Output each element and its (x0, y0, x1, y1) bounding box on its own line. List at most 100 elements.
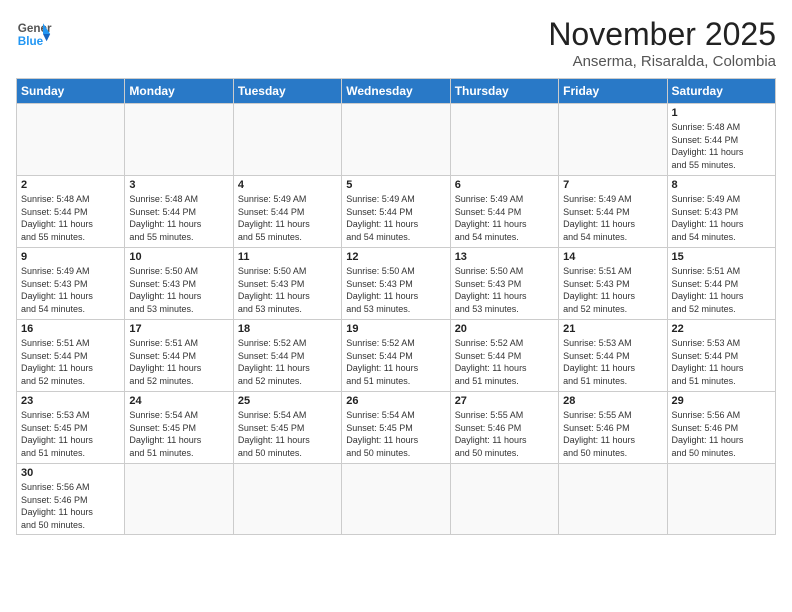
calendar-cell: 13 Sunrise: 5:50 AM Sunset: 5:43 PM Dayli… (450, 248, 558, 320)
day-info: Sunrise: 5:52 AM Sunset: 5:44 PM Dayligh… (238, 337, 337, 387)
calendar-cell: 17Sunrise: 5:51 AM Sunset: 5:44 PM Dayli… (125, 320, 233, 392)
day-number: 6 (455, 179, 554, 191)
calendar-cell: 7Sunrise: 5:49 AM Sunset: 5:44 PM Daylig… (559, 176, 667, 248)
calendar-cell: 29 Sunrise: 5:56 AM Sunset: 5:46 PM Dayli… (667, 392, 775, 464)
weekday-header-saturday: Saturday (667, 79, 775, 104)
day-number: 18 (238, 323, 337, 335)
day-number: 8 (672, 179, 771, 191)
day-info: Sunrise: 5:56 AM Sunset: 5:46 PM Dayligh… (21, 481, 120, 531)
day-info: Sunrise: 5:50 AM Sunset: 5:43 PM Dayligh… (455, 265, 554, 315)
calendar-cell: 22 Sunrise: 5:53 AM Sunset: 5:44 PM Dayli… (667, 320, 775, 392)
calendar-cell: 27 Sunrise: 5:55 AM Sunset: 5:46 PM Dayli… (450, 392, 558, 464)
day-info: Sunrise: 5:48 AM Sunset: 5:44 PM Dayligh… (21, 193, 120, 243)
calendar-cell (17, 104, 125, 176)
calendar-cell: 23 Sunrise: 5:53 AM Sunset: 5:45 PM Dayli… (17, 392, 125, 464)
calendar-cell (233, 464, 341, 535)
day-info: Sunrise: 5:50 AM Sunset: 5:43 PM Dayligh… (129, 265, 228, 315)
calendar-cell: 18 Sunrise: 5:52 AM Sunset: 5:44 PM Dayli… (233, 320, 341, 392)
logo: General Blue (16, 16, 52, 52)
day-info: Sunrise: 5:49 AM Sunset: 5:44 PM Dayligh… (346, 193, 445, 243)
calendar-cell: 2 Sunrise: 5:48 AM Sunset: 5:44 PM Daylig… (17, 176, 125, 248)
day-number: 22 (672, 323, 771, 335)
day-number: 29 (672, 395, 771, 407)
day-info: Sunrise: 5:52 AM Sunset: 5:44 PM Dayligh… (455, 337, 554, 387)
weekday-header-thursday: Thursday (450, 79, 558, 104)
calendar-cell: 10 Sunrise: 5:50 AM Sunset: 5:43 PM Dayli… (125, 248, 233, 320)
day-number: 20 (455, 323, 554, 335)
day-number: 3 (129, 179, 228, 191)
day-number: 13 (455, 251, 554, 263)
calendar-cell: 20 Sunrise: 5:52 AM Sunset: 5:44 PM Dayli… (450, 320, 558, 392)
day-number: 21 (563, 323, 662, 335)
weekday-header-tuesday: Tuesday (233, 79, 341, 104)
calendar-cell (450, 464, 558, 535)
day-info: Sunrise: 5:55 AM Sunset: 5:46 PM Dayligh… (563, 409, 662, 459)
calendar-cell: 12Sunrise: 5:50 AM Sunset: 5:43 PM Dayli… (342, 248, 450, 320)
calendar-cell (342, 104, 450, 176)
calendar-cell (125, 104, 233, 176)
calendar-cell: 30Sunrise: 5:56 AM Sunset: 5:46 PM Dayli… (17, 464, 125, 535)
calendar-cell (233, 104, 341, 176)
day-info: Sunrise: 5:51 AM Sunset: 5:43 PM Dayligh… (563, 265, 662, 315)
day-number: 25 (238, 395, 337, 407)
day-info: Sunrise: 5:56 AM Sunset: 5:46 PM Dayligh… (672, 409, 771, 459)
svg-text:Blue: Blue (18, 35, 44, 48)
calendar-cell (559, 464, 667, 535)
day-number: 27 (455, 395, 554, 407)
calendar-cell: 26 Sunrise: 5:54 AM Sunset: 5:45 PM Dayli… (342, 392, 450, 464)
day-info: Sunrise: 5:48 AM Sunset: 5:44 PM Dayligh… (672, 121, 771, 171)
day-number: 23 (21, 395, 120, 407)
calendar-cell: 8Sunrise: 5:49 AM Sunset: 5:43 PM Daylig… (667, 176, 775, 248)
day-info: Sunrise: 5:53 AM Sunset: 5:44 PM Dayligh… (672, 337, 771, 387)
calendar-cell: 14 Sunrise: 5:51 AM Sunset: 5:43 PM Dayli… (559, 248, 667, 320)
calendar-cell: 6 Sunrise: 5:49 AM Sunset: 5:44 PM Daylig… (450, 176, 558, 248)
day-info: Sunrise: 5:51 AM Sunset: 5:44 PM Dayligh… (129, 337, 228, 387)
day-info: Sunrise: 5:54 AM Sunset: 5:45 PM Dayligh… (238, 409, 337, 459)
day-number: 16 (21, 323, 120, 335)
calendar-table: SundayMondayTuesdayWednesdayThursdayFrid… (16, 78, 776, 535)
day-number: 2 (21, 179, 120, 191)
calendar-cell: 5 Sunrise: 5:49 AM Sunset: 5:44 PM Daylig… (342, 176, 450, 248)
day-number: 19 (346, 323, 445, 335)
day-info: Sunrise: 5:52 AM Sunset: 5:44 PM Dayligh… (346, 337, 445, 387)
day-info: Sunrise: 5:53 AM Sunset: 5:44 PM Dayligh… (563, 337, 662, 387)
logo-icon: General Blue (16, 16, 52, 52)
day-number: 11 (238, 251, 337, 263)
weekday-header-sunday: Sunday (17, 79, 125, 104)
day-info: Sunrise: 5:54 AM Sunset: 5:45 PM Dayligh… (346, 409, 445, 459)
day-info: Sunrise: 5:54 AM Sunset: 5:45 PM Dayligh… (129, 409, 228, 459)
title-block: November 2025 Anserma, Risaralda, Colomb… (548, 16, 776, 70)
day-number: 15 (672, 251, 771, 263)
calendar-cell (342, 464, 450, 535)
calendar-cell (450, 104, 558, 176)
calendar-cell: 9Sunrise: 5:49 AM Sunset: 5:43 PM Daylig… (17, 248, 125, 320)
weekday-header-monday: Monday (125, 79, 233, 104)
day-number: 14 (563, 251, 662, 263)
calendar-cell: 4Sunrise: 5:49 AM Sunset: 5:44 PM Daylig… (233, 176, 341, 248)
day-number: 9 (21, 251, 120, 263)
day-info: Sunrise: 5:49 AM Sunset: 5:44 PM Dayligh… (455, 193, 554, 243)
calendar-cell: 21 Sunrise: 5:53 AM Sunset: 5:44 PM Dayli… (559, 320, 667, 392)
calendar-cell: 28 Sunrise: 5:55 AM Sunset: 5:46 PM Dayli… (559, 392, 667, 464)
day-info: Sunrise: 5:53 AM Sunset: 5:45 PM Dayligh… (21, 409, 120, 459)
day-info: Sunrise: 5:49 AM Sunset: 5:44 PM Dayligh… (563, 193, 662, 243)
day-info: Sunrise: 5:48 AM Sunset: 5:44 PM Dayligh… (129, 193, 228, 243)
weekday-header-wednesday: Wednesday (342, 79, 450, 104)
day-info: Sunrise: 5:55 AM Sunset: 5:46 PM Dayligh… (455, 409, 554, 459)
day-number: 10 (129, 251, 228, 263)
location-subtitle: Anserma, Risaralda, Colombia (548, 53, 776, 70)
weekday-header-friday: Friday (559, 79, 667, 104)
calendar-cell (125, 464, 233, 535)
calendar-cell: 11 Sunrise: 5:50 AM Sunset: 5:43 PM Dayli… (233, 248, 341, 320)
calendar-cell (667, 464, 775, 535)
day-info: Sunrise: 5:49 AM Sunset: 5:44 PM Dayligh… (238, 193, 337, 243)
day-info: Sunrise: 5:51 AM Sunset: 5:44 PM Dayligh… (21, 337, 120, 387)
calendar-cell: 3 Sunrise: 5:48 AM Sunset: 5:44 PM Daylig… (125, 176, 233, 248)
month-year-title: November 2025 (548, 16, 776, 53)
day-number: 28 (563, 395, 662, 407)
day-info: Sunrise: 5:51 AM Sunset: 5:44 PM Dayligh… (672, 265, 771, 315)
day-info: Sunrise: 5:50 AM Sunset: 5:43 PM Dayligh… (238, 265, 337, 315)
day-number: 1 (672, 107, 771, 119)
day-number: 5 (346, 179, 445, 191)
day-number: 26 (346, 395, 445, 407)
